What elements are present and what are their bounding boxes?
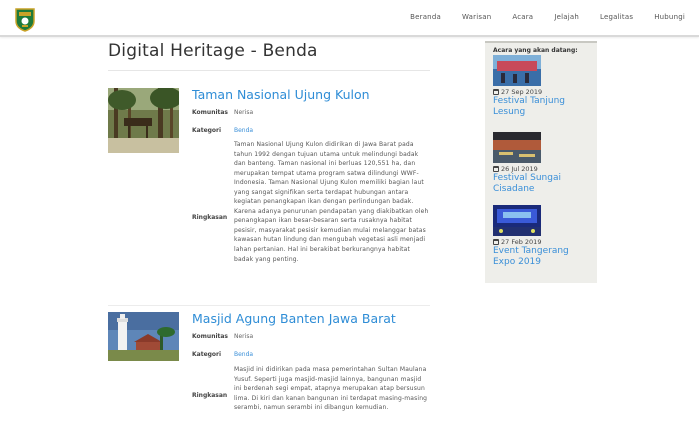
event-image-festival-tanjung-lesung[interactable] [493, 55, 541, 86]
komunitas-value: Nerisa [234, 333, 254, 340]
calendar-icon [493, 89, 499, 95]
nav-warisan[interactable]: Warisan [462, 13, 491, 21]
kategori-label: Kategori [192, 127, 222, 134]
banten-emblem-logo[interactable] [14, 7, 36, 32]
nav-legalitas[interactable]: Legalitas [600, 13, 633, 21]
event-image-festival-sungai-cisadane[interactable] [493, 132, 541, 163]
event-date-row: 27 Sep 2019 [493, 88, 593, 96]
komunitas-label: Komunitas [192, 109, 229, 116]
heritage-item: Masjid Agung Banten Jawa Barat Komunitas… [108, 311, 430, 436]
upcoming-events-sidebar: Acara yang akan datang: 27 Sep 2019 Fest… [485, 41, 597, 283]
heritage-item-thumbnail-mosque[interactable] [108, 312, 179, 361]
ringkasan-label: Ringkasan [192, 392, 228, 399]
event-title[interactable]: Event Tangerang Expo 2019 [493, 246, 593, 267]
calendar-icon [493, 239, 499, 245]
ringkasan-text: Masjid ini didirikan pada masa pemerinta… [234, 366, 428, 412]
ringkasan-label: Ringkasan [192, 214, 228, 221]
komunitas-value: Nerisa [234, 109, 254, 116]
event-date: 27 Feb 2019 [501, 238, 542, 246]
page-title: Digital Heritage - Benda [108, 41, 318, 61]
event-date-row: 27 Feb 2019 [493, 238, 593, 246]
event-card: 27 Feb 2019 Event Tangerang Expo 2019 [493, 205, 593, 267]
nav-jelajah[interactable]: Jelajah [554, 13, 579, 21]
calendar-icon [493, 166, 499, 172]
item-divider [108, 305, 430, 306]
event-date: 26 Jul 2019 [501, 165, 538, 173]
kategori-link[interactable]: Benda [234, 127, 253, 134]
kategori-link[interactable]: Benda [234, 351, 253, 358]
title-divider [108, 70, 430, 71]
event-title[interactable]: Festival Tanjung Lesung [493, 96, 593, 117]
heritage-item: Taman Nasional Ujung Kulon Komunitas Ner… [108, 87, 430, 299]
event-title[interactable]: Festival Sungai Cisadane [493, 173, 593, 194]
heritage-item-title[interactable]: Masjid Agung Banten Jawa Barat [192, 311, 396, 326]
event-card: 26 Jul 2019 Festival Sungai Cisadane [493, 132, 593, 194]
nav-beranda[interactable]: Beranda [410, 13, 441, 21]
heritage-item-title[interactable]: Taman Nasional Ujung Kulon [192, 87, 370, 102]
ringkasan-text: Taman Nasional Ujung Kulon didirikan di … [234, 141, 429, 263]
nav-hubungi[interactable]: Hubungi [654, 13, 685, 21]
event-date-row: 26 Jul 2019 [493, 165, 593, 173]
sidebar-heading: Acara yang akan datang: [493, 47, 578, 54]
main-nav: Beranda Warisan Acara Jelajah Legalitas … [389, 13, 685, 21]
kategori-label: Kategori [192, 351, 222, 358]
heritage-item-thumbnail-forest[interactable] [108, 88, 179, 153]
event-image-event-tangerang-expo[interactable] [493, 205, 541, 236]
event-date: 27 Sep 2019 [501, 88, 543, 96]
top-navbar: Beranda Warisan Acara Jelajah Legalitas … [0, 0, 699, 37]
event-card: 27 Sep 2019 Festival Tanjung Lesung [493, 55, 593, 117]
komunitas-label: Komunitas [192, 333, 229, 340]
nav-acara[interactable]: Acara [512, 13, 533, 21]
